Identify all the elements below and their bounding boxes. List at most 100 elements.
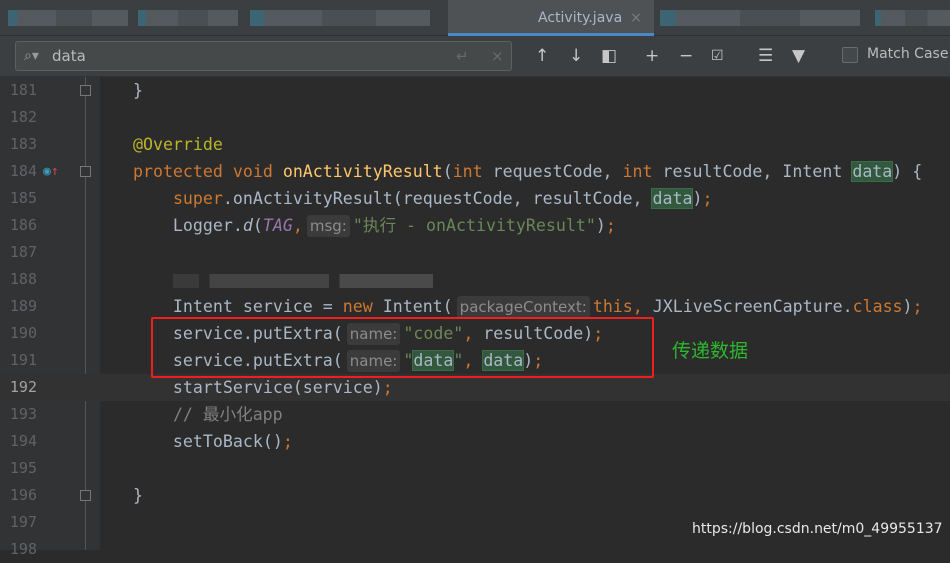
override-method-icon[interactable]: ◉↑ [43,158,59,185]
line-number[interactable]: 187 [0,239,37,266]
code-token: , [292,216,303,235]
tab-blurred[interactable] [138,10,238,26]
search-value: data [52,47,86,65]
code-line[interactable]: 181 } [0,77,950,104]
line-number[interactable]: 181 [0,77,37,104]
tab-blurred[interactable] [8,10,128,26]
code-line[interactable]: 186 Logger.d(TAG, msg: "执行 - onActivityRes… [0,212,950,239]
line-number[interactable]: 193 [0,401,37,428]
line-number[interactable]: 184 [0,158,37,185]
code-line[interactable]: 189 Intent service = new Intent(packageC… [0,293,950,320]
code-text: startService(service); [93,374,393,401]
tab-blurred[interactable] [660,10,860,26]
code-token: this, [592,297,653,316]
line-number[interactable]: 191 [0,347,37,374]
code-line[interactable]: 195 [0,455,950,482]
code-text: } [93,77,143,104]
code-line[interactable]: 196 } [0,482,950,509]
code-line[interactable]: 192 startService(service); [0,374,950,401]
line-number[interactable]: 190 [0,320,37,347]
highlight-box [151,317,654,378]
remove-cursor-icon[interactable]: − [679,44,693,68]
code-token: "执行 - onActivityResult" [352,216,596,235]
code-token: JXLiveScreenCapture. [652,297,853,316]
filter-icon[interactable]: ▼ [792,44,805,68]
code-token: super [172,189,223,208]
line-number[interactable]: 182 [0,104,37,131]
code-token: ; [382,378,393,397]
code-token: ( [252,216,263,235]
tab-activity-java[interactable]: Activity.java × [448,0,654,36]
fold-icon[interactable] [80,166,91,177]
code-token: int [452,162,493,181]
select-all-icon[interactable]: ◧ [601,44,617,68]
line-number[interactable]: 186 [0,212,37,239]
code-token: ; [282,432,293,451]
code-text: @Override [93,131,223,158]
add-cursor-icon[interactable]: + [645,44,659,68]
code-token: ) [902,297,913,316]
code-line[interactable]: 185 super.onActivityResult(requestCode, … [0,185,950,212]
code-line[interactable]: 187 [0,239,950,266]
code-text [93,266,433,293]
arrow-down-icon[interactable]: ↓ [569,44,583,68]
code-token: ) [692,189,703,208]
find-bar: ⌕▾ data ↵ × ↑ ↓ ◧ + − ☑ ☰ ▼ Match Case [0,36,950,77]
tab-label: Activity.java [538,10,623,26]
line-number[interactable]: 192 [0,374,37,401]
code-token: setToBack() [93,432,283,451]
match-case-checkbox[interactable] [842,47,858,63]
tab-blurred[interactable] [250,10,430,26]
code-line[interactable]: 193 // 最小化app [0,401,950,428]
match-case-label[interactable]: Match Case [867,46,948,62]
parameter-hint: msg: [306,215,350,237]
code-token: Intent service = [93,297,343,316]
search-input[interactable]: ⌕▾ data ↵ × [15,41,512,71]
arrow-up-icon[interactable]: ↑ [535,44,549,68]
code-token: ; [912,297,923,316]
line-number[interactable]: 188 [0,266,37,293]
line-number[interactable]: 197 [0,509,37,536]
tab-blurred[interactable] [875,10,950,26]
line-number[interactable]: 189 [0,293,37,320]
code-token: int [622,162,663,181]
line-number[interactable]: 196 [0,482,37,509]
select-occurrences-icon[interactable]: ☑ [711,44,724,68]
code-token: startService(service) [93,378,383,397]
line-number[interactable]: 185 [0,185,37,212]
code-token: Intent( [382,297,453,316]
code-text: protected void onActivityResult(int requ… [93,158,922,185]
code-token: ; [605,216,616,235]
code-line[interactable]: 183 @Override [0,131,950,158]
line-number[interactable]: 195 [0,455,37,482]
filter-lines-icon[interactable]: ☰ [758,44,773,68]
code-line[interactable]: 194 setToBack(); [0,428,950,455]
line-number[interactable]: 194 [0,428,37,455]
clear-icon[interactable]: × [491,42,504,70]
close-icon[interactable]: × [630,10,642,26]
redacted-code [172,273,433,288]
code-line[interactable]: 182 [0,104,950,131]
code-token: new [342,297,383,316]
code-token: .onActivityResult(requestCode, resultCod… [222,189,653,208]
code-line[interactable]: 188 [0,266,950,293]
code-token: protected void [132,162,283,181]
code-line[interactable]: 184 ◉↑ protected void onActivityResult(in… [0,158,950,185]
fold-icon[interactable] [80,490,91,501]
code-text: } [93,482,143,509]
line-number[interactable]: 183 [0,131,37,158]
code-token: onActivityResult [282,162,443,181]
code-token: @Override [132,135,223,154]
code-token: Logger. [93,216,243,235]
fold-icon[interactable] [80,85,91,96]
new-line-icon[interactable]: ↵ [456,42,469,70]
code-token: TAG [262,216,293,235]
code-token: d [242,216,253,235]
search-icon[interactable]: ⌕▾ [24,42,39,70]
search-match: data [651,188,694,209]
